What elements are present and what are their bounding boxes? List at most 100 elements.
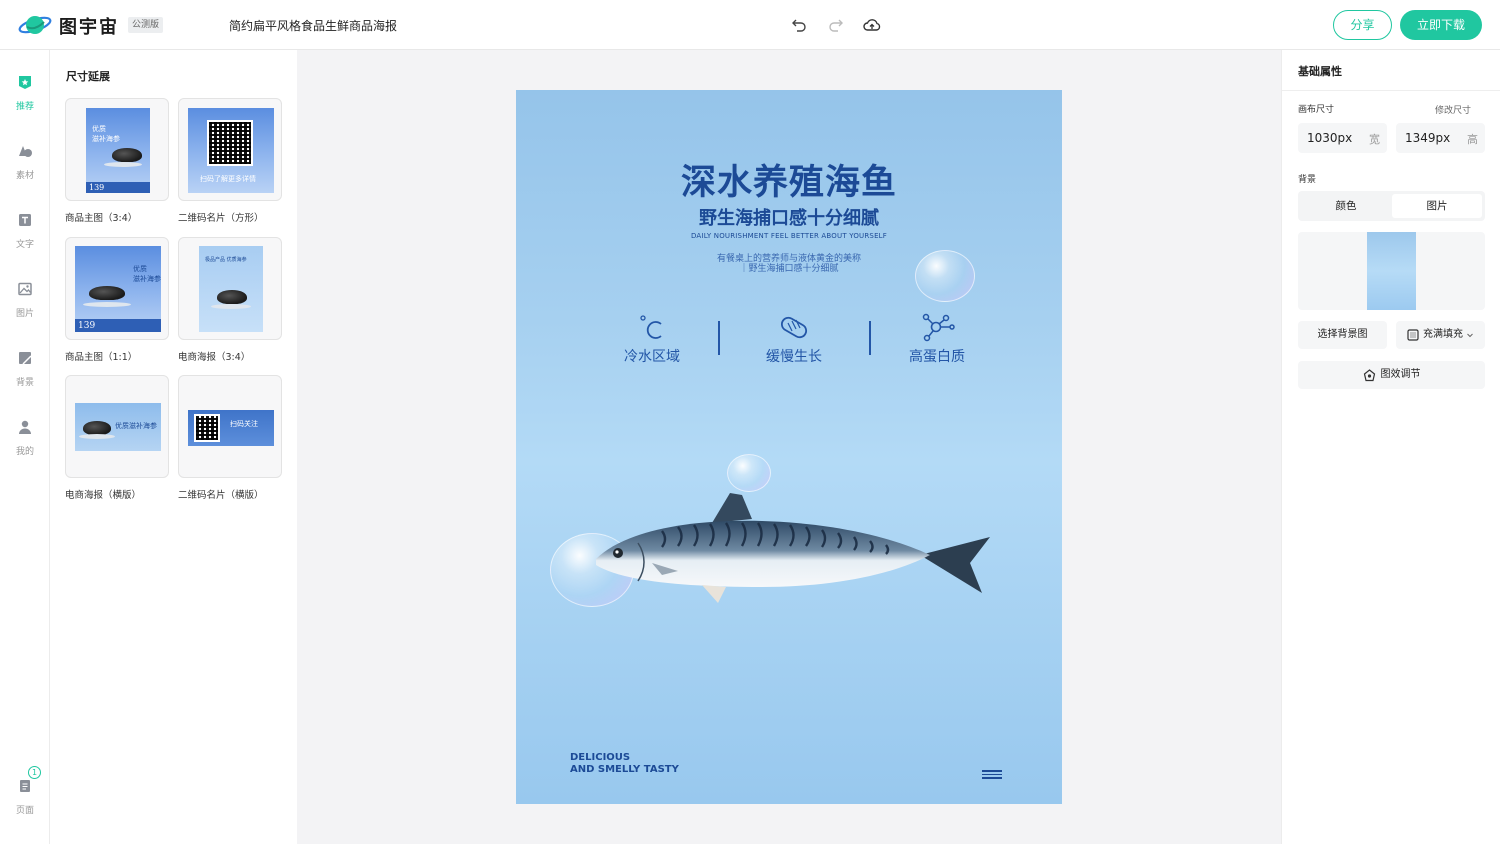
properties-title: 基础属性 bbox=[1298, 65, 1342, 78]
width-value: 1030px bbox=[1307, 131, 1353, 145]
template-card[interactable]: 扫码关注 二维码名片（横版） bbox=[178, 375, 282, 501]
capsule-icon bbox=[780, 316, 808, 339]
nav-images[interactable]: 图片 bbox=[0, 281, 50, 327]
template-thumbnail[interactable]: 优质滋补海参 bbox=[65, 375, 169, 478]
poster-english-line[interactable]: DAILY NOURISHMENT FEEL BETTER ABOUT YOUR… bbox=[516, 232, 1062, 240]
canvas-workspace[interactable]: 深水养殖海鱼 野生海捕口感十分细腻 DAILY NOURISHMENT FEEL… bbox=[297, 50, 1281, 844]
nav-label: 我的 bbox=[15, 447, 34, 457]
poster-title[interactable]: 深水养殖海鱼 bbox=[516, 154, 1062, 205]
molecule-icon bbox=[922, 313, 955, 342]
top-bar: 图宇宙 公测版 简约扁平风格食品生鲜商品海报 分享 立即下载 bbox=[0, 0, 1500, 50]
poster-description[interactable]: 有餐桌上的营养师与液体黄金的美称 ｜野生海捕口感十分细腻 bbox=[516, 254, 1062, 274]
text-icon bbox=[19, 214, 31, 226]
undo-icon[interactable] bbox=[789, 15, 809, 35]
planet-logo-icon[interactable] bbox=[18, 12, 52, 38]
background-type-switch: 颜色 图片 bbox=[1298, 191, 1485, 221]
canvas-width-field[interactable]: 1030px 宽 bbox=[1298, 123, 1387, 153]
height-unit: 高 bbox=[1467, 133, 1478, 146]
nav-recommend[interactable]: 推荐 bbox=[0, 74, 50, 120]
size-extension-panel: 尺寸延展 优质 滋补海参 139 商品主图（3:4） 扫码了解更多详情 二维码名片… bbox=[50, 50, 297, 844]
beta-badge: 公测版 bbox=[128, 17, 164, 33]
nav-label: 背景 bbox=[15, 378, 34, 388]
template-card[interactable]: 扫码了解更多详情 二维码名片（方形） bbox=[178, 98, 282, 224]
nav-label: 素材 bbox=[15, 171, 34, 181]
nav-label: 文字 bbox=[15, 240, 34, 250]
chevron-down-icon bbox=[1467, 333, 1473, 338]
divider bbox=[1282, 90, 1500, 91]
template-caption: 电商海报（3:4） bbox=[178, 352, 251, 363]
nav-mine[interactable]: 我的 bbox=[0, 419, 50, 465]
template-card[interactable]: 优质 滋补海参 139 商品主图（1:1） bbox=[65, 237, 169, 363]
feature-slow-growth[interactable]: 缓慢生长 bbox=[744, 312, 844, 366]
poster-menu-lines-icon[interactable] bbox=[982, 770, 1002, 781]
footer-line: DELICIOUS bbox=[570, 752, 631, 763]
shapes-icon bbox=[19, 146, 32, 157]
nav-label: 页面 bbox=[15, 806, 34, 816]
share-button[interactable]: 分享 bbox=[1333, 10, 1392, 40]
poster-canvas[interactable]: 深水养殖海鱼 野生海捕口感十分细腻 DAILY NOURISHMENT FEEL… bbox=[516, 90, 1062, 804]
template-thumbnail[interactable]: 扫码关注 bbox=[178, 375, 282, 478]
image-effect-button[interactable]: 图效调节 bbox=[1298, 361, 1485, 389]
poster-description-line: 有餐桌上的营养师与液体黄金的美称 bbox=[716, 254, 861, 264]
background-thumbnail bbox=[1367, 232, 1416, 310]
brand-name[interactable]: 图宇宙 bbox=[59, 13, 119, 39]
template-thumbnail[interactable]: 扫码了解更多详情 bbox=[178, 98, 282, 201]
template-caption: 商品主图（3:4） bbox=[65, 213, 138, 224]
modify-size-link[interactable]: 修改尺寸 bbox=[1435, 103, 1471, 116]
nav-text[interactable]: 文字 bbox=[0, 212, 50, 258]
select-background-button[interactable]: 选择背景图 bbox=[1298, 321, 1387, 349]
left-nav: 推荐 素材 文字 图片 背景 我的 页面 1 bbox=[0, 50, 50, 844]
fill-mode-dropdown[interactable]: 充满填充 bbox=[1396, 321, 1485, 349]
poster-description-line: ｜野生海捕口感十分细腻 bbox=[739, 264, 839, 274]
download-button[interactable]: 立即下载 bbox=[1400, 10, 1482, 40]
cloud-upload-icon[interactable] bbox=[862, 15, 882, 35]
footer-line: AND SMELLY TASTY bbox=[570, 764, 679, 775]
feature-high-protein[interactable]: 高蛋白质 bbox=[887, 312, 987, 366]
document-title[interactable]: 简约扁平风格食品生鲜商品海报 bbox=[229, 17, 397, 34]
feature-divider bbox=[869, 321, 871, 355]
template-card[interactable]: 极品产品 优质海参 电商海报（3:4） bbox=[178, 237, 282, 363]
template-caption: 商品主图（1:1） bbox=[65, 352, 138, 363]
recommend-icon bbox=[19, 76, 31, 89]
redo-icon[interactable] bbox=[826, 15, 846, 35]
pages-icon bbox=[20, 780, 30, 792]
properties-panel: 基础属性 画布尺寸 修改尺寸 1030px 宽 1349px 高 背景 颜色 图… bbox=[1281, 50, 1500, 844]
fill-frame-icon bbox=[1407, 329, 1419, 341]
canvas-height-field[interactable]: 1349px 高 bbox=[1396, 123, 1485, 153]
height-value: 1349px bbox=[1405, 131, 1451, 145]
template-thumbnail[interactable]: 极品产品 优质海参 bbox=[178, 237, 282, 340]
nav-background[interactable]: 背景 bbox=[0, 350, 50, 396]
celsius-icon bbox=[640, 315, 662, 339]
template-caption: 二维码名片（方形） bbox=[178, 213, 264, 224]
user-icon bbox=[19, 420, 31, 434]
tab-color[interactable]: 颜色 bbox=[1301, 194, 1391, 218]
feature-label: 缓慢生长 bbox=[766, 349, 822, 365]
image-icon bbox=[18, 282, 32, 296]
mackerel-fish-image[interactable] bbox=[592, 485, 992, 615]
background-preview[interactable] bbox=[1298, 232, 1485, 310]
width-unit: 宽 bbox=[1369, 133, 1380, 146]
feature-cold-water[interactable]: 冷水区域 bbox=[602, 312, 702, 366]
nav-materials[interactable]: 素材 bbox=[0, 143, 50, 189]
template-card[interactable]: 优质 滋补海参 139 商品主图（3:4） bbox=[65, 98, 169, 224]
template-caption: 电商海报（横版） bbox=[65, 490, 142, 501]
bubble-image[interactable] bbox=[915, 250, 975, 302]
feature-label: 高蛋白质 bbox=[909, 349, 965, 365]
template-caption: 二维码名片（横版） bbox=[178, 490, 264, 501]
page-count-badge: 1 bbox=[28, 766, 41, 779]
poster-footer-text[interactable]: DELICIOUS AND SMELLY TASTY bbox=[570, 752, 679, 776]
effect-label: 图效调节 bbox=[1380, 369, 1421, 380]
nav-label: 图片 bbox=[15, 309, 34, 319]
nav-pages[interactable]: 页面 bbox=[0, 778, 50, 824]
fill-mode-label: 充满填充 bbox=[1423, 329, 1463, 340]
template-thumbnail[interactable]: 优质 滋补海参 139 bbox=[65, 98, 169, 201]
panel-title: 尺寸延展 bbox=[66, 70, 110, 83]
tab-image[interactable]: 图片 bbox=[1392, 194, 1482, 218]
feature-label: 冷水区域 bbox=[624, 349, 680, 365]
canvas-size-label: 画布尺寸 bbox=[1298, 105, 1335, 115]
template-thumbnail[interactable]: 优质 滋补海参 139 bbox=[65, 237, 169, 340]
template-card[interactable]: 优质滋补海参 电商海报（横版） bbox=[65, 375, 169, 501]
feature-divider bbox=[718, 321, 720, 355]
poster-subtitle[interactable]: 野生海捕口感十分细腻 bbox=[516, 204, 1062, 230]
background-icon bbox=[19, 352, 32, 365]
